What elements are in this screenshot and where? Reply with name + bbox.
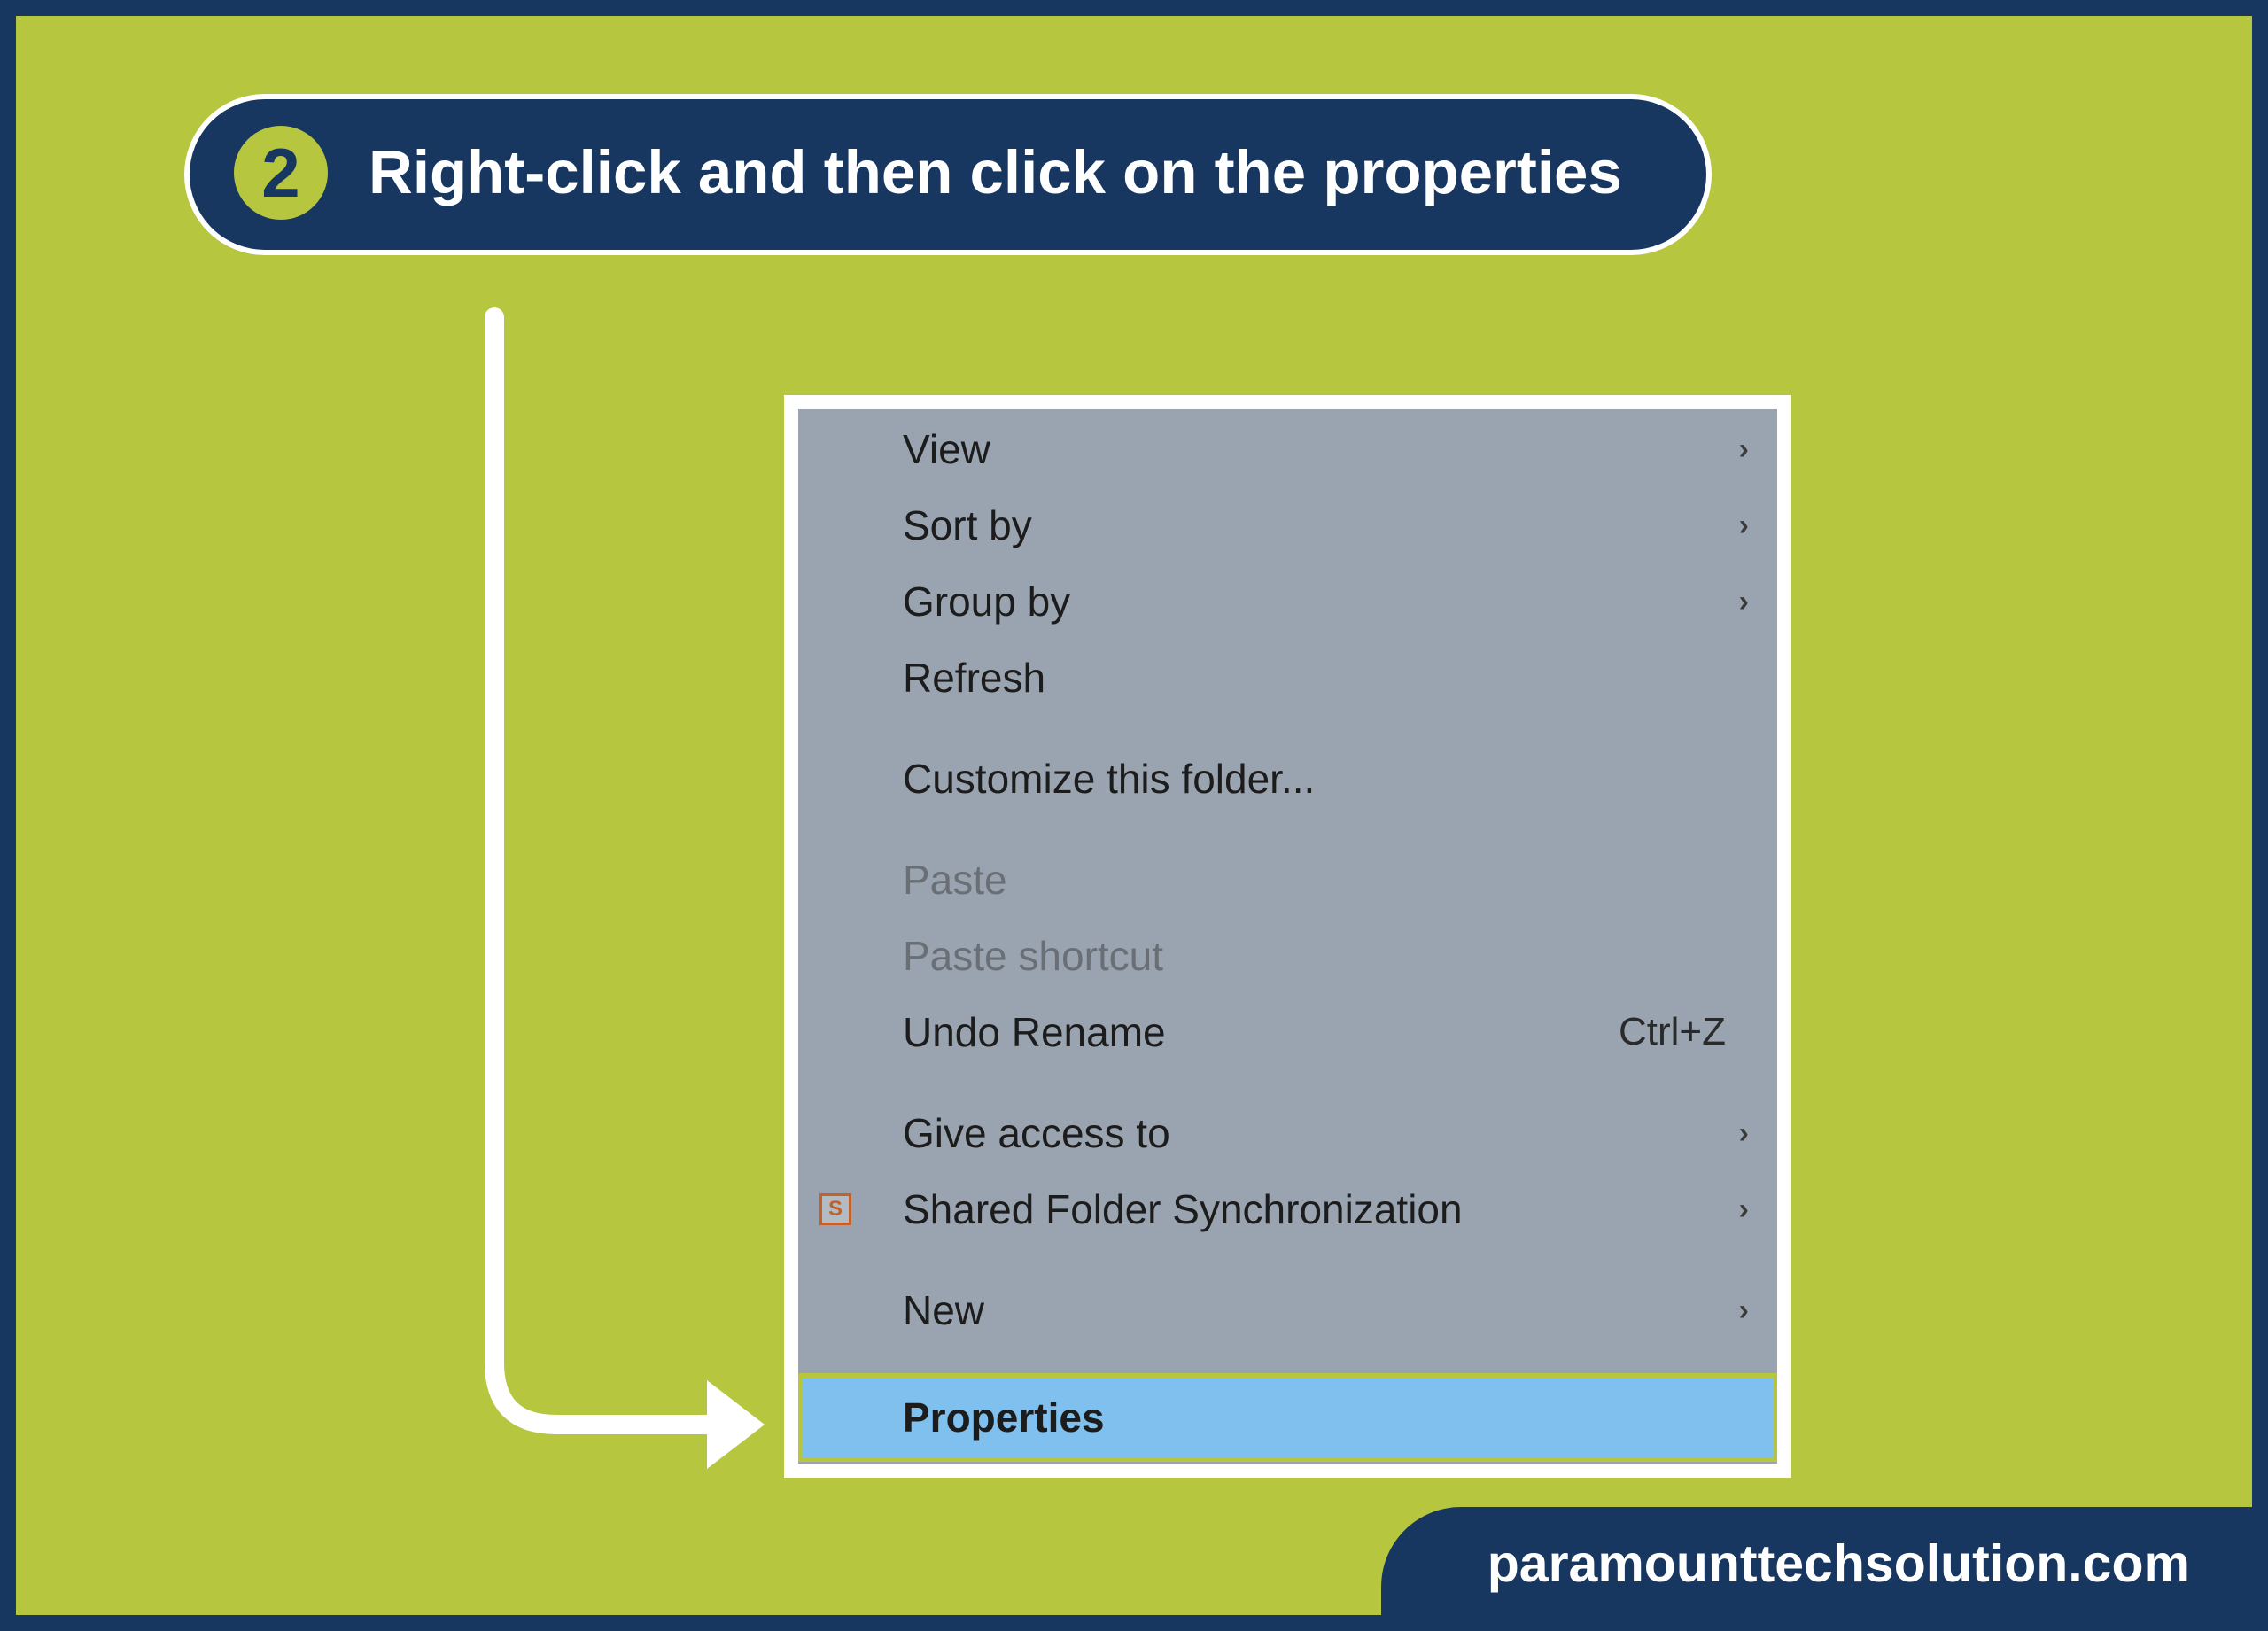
menu-item-label: Paste [903,856,1756,904]
menu-item-new[interactable]: New› [798,1272,1777,1348]
menu-item-label: Paste shortcut [903,932,1756,980]
chevron-right-icon: › [1739,1116,1756,1151]
menu-separator [798,817,1777,842]
footer-label: paramounttechsolution.com [1487,1534,2190,1593]
menu-item-label: Customize this folder... [903,755,1756,803]
outer-frame: 2 Right-click and then click on the prop… [0,0,2268,1631]
menu-item-give-access-to[interactable]: Give access to› [798,1095,1777,1171]
step-callout: 2 Right-click and then click on the prop… [184,94,1712,255]
menu-item-undo-rename[interactable]: Undo RenameCtrl+Z [798,994,1777,1070]
blank-icon [814,504,857,547]
menu-item-properties[interactable]: Properties [798,1373,1777,1462]
footer-ribbon: paramounttechsolution.com [1381,1507,2252,1615]
context-menu-container: View›Sort by›Group by›RefreshCustomize t… [784,395,1791,1478]
menu-item-customize-this-folder[interactable]: Customize this folder... [798,741,1777,817]
menu-item-paste-shortcut: Paste shortcut [798,918,1777,994]
menu-item-paste: Paste [798,842,1777,918]
menu-separator [798,1247,1777,1272]
chevron-right-icon: › [1739,585,1756,619]
menu-item-label: Shared Folder Synchronization [903,1185,1739,1233]
blank-icon [814,580,857,623]
highlight-border: Properties [798,1373,1777,1462]
menu-item-refresh[interactable]: Refresh [798,640,1777,716]
sfs-icon: S [814,1188,857,1231]
step-number-badge: 2 [234,126,328,220]
arrow-connector [459,317,813,1469]
blank-icon [814,757,857,800]
menu-item-label: Refresh [903,654,1756,702]
menu-item-label: Properties [803,1378,1773,1457]
menu-item-label: New [903,1286,1739,1334]
blank-icon [814,1011,857,1053]
blank-icon [814,1289,857,1332]
chevron-right-icon: › [1739,432,1756,467]
blank-icon [814,858,857,901]
step-number: 2 [261,133,299,214]
menu-item-sort-by[interactable]: Sort by› [798,487,1777,563]
menu-item-label: Group by [903,578,1739,625]
blank-icon [814,1112,857,1154]
blank-icon [814,935,857,977]
chevron-right-icon: › [1739,1293,1756,1328]
menu-item-label: Undo Rename [903,1008,1619,1056]
menu-separator [798,1070,1777,1095]
menu-item-label: View [903,425,1739,473]
blank-icon [814,656,857,699]
blank-icon [814,428,857,470]
menu-item-label: Sort by [903,501,1739,549]
step-instruction-text: Right-click and then click on the proper… [369,139,1622,206]
menu-item-group-by[interactable]: Group by› [798,563,1777,640]
menu-item-shared-folder-synchronization[interactable]: S Shared Folder Synchronization› [798,1171,1777,1247]
menu-item-shortcut: Ctrl+Z [1619,1010,1756,1054]
menu-item-view[interactable]: View› [798,411,1777,487]
chevron-right-icon: › [1739,1192,1756,1227]
menu-separator [798,1348,1777,1373]
menu-separator [798,716,1777,741]
chevron-right-icon: › [1739,509,1756,543]
context-menu: View›Sort by›Group by›RefreshCustomize t… [798,409,1777,1464]
sfs-icon-box: S [819,1193,851,1225]
menu-item-label: Give access to [903,1109,1739,1157]
